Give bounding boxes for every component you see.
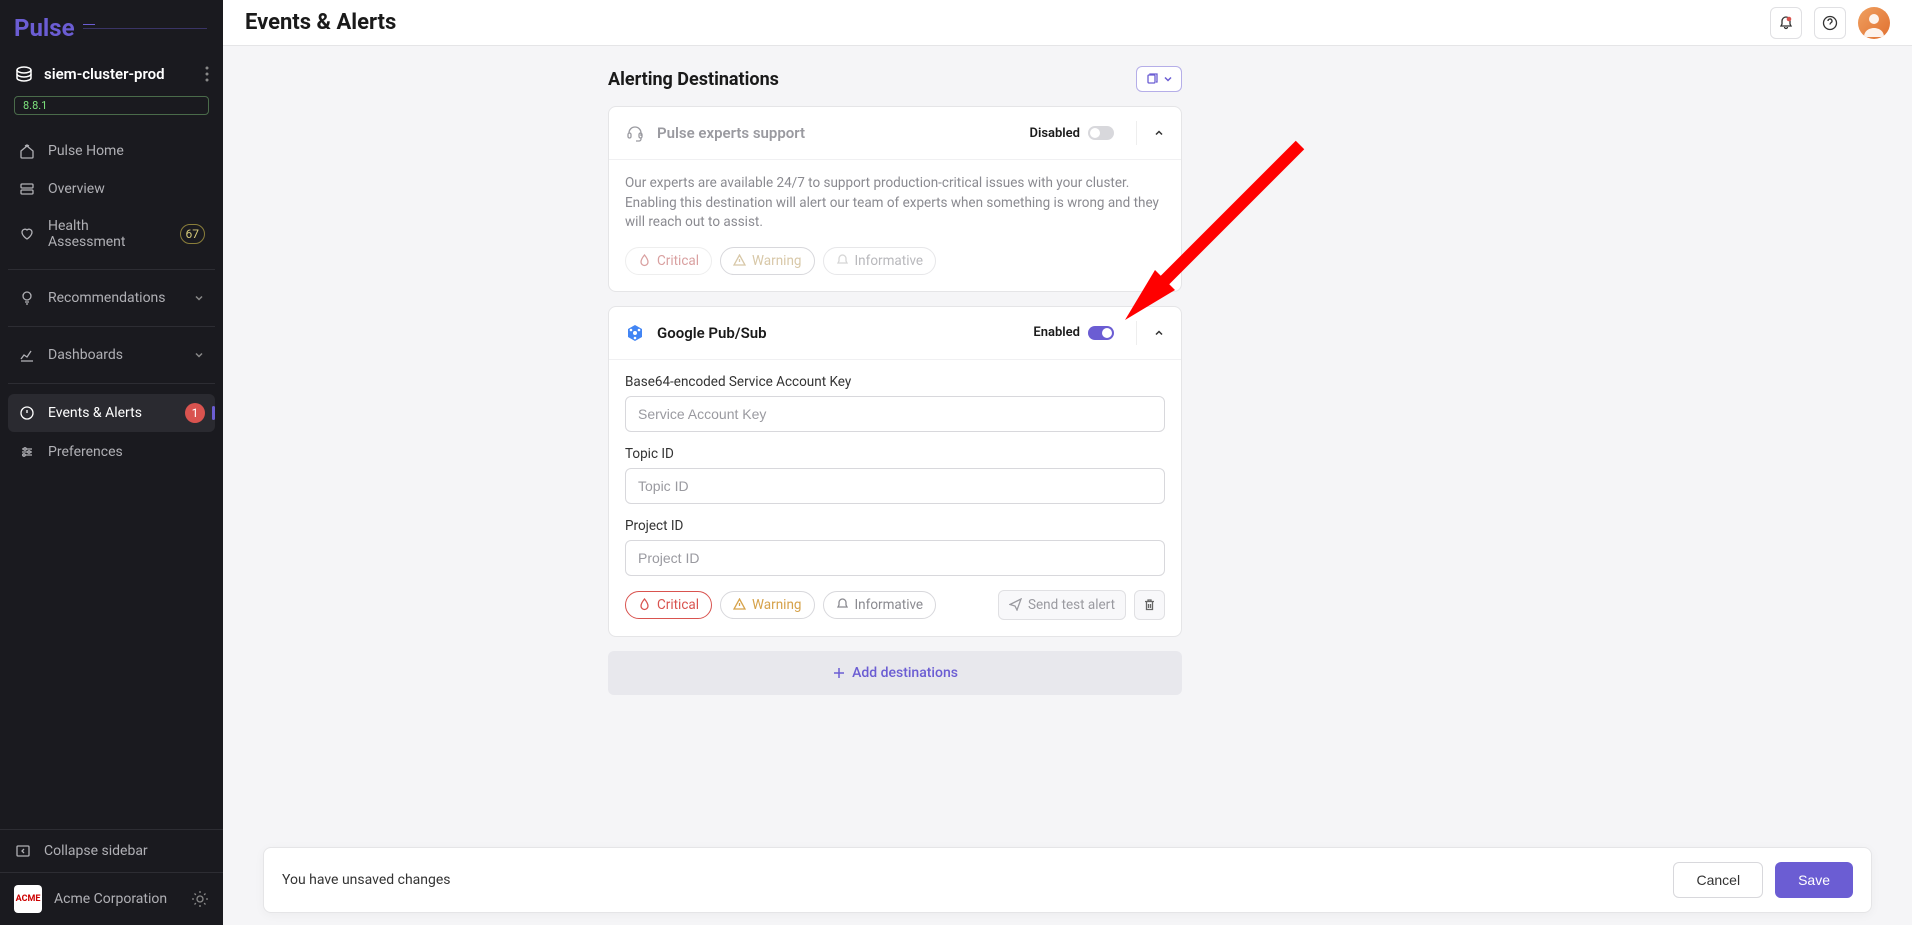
sidebar-item-label: Overview (48, 181, 205, 197)
logo-text: Pulse (14, 14, 75, 42)
health-badge: 67 (180, 224, 206, 244)
avatar[interactable] (1858, 7, 1890, 39)
cancel-button[interactable]: Cancel (1673, 862, 1763, 898)
field-label-topic: Topic ID (625, 446, 1165, 462)
topbar: Events & Alerts (223, 0, 1912, 46)
help-button[interactable] (1814, 7, 1846, 39)
field-label-sak: Base64-encoded Service Account Key (625, 374, 1165, 390)
card-desc-line1: Our experts are available 24/7 to suppor… (625, 174, 1165, 194)
version-badge: 8.8.1 (14, 96, 209, 115)
toggle-switch[interactable] (1088, 326, 1114, 340)
severity-warning-pill[interactable]: Warning (720, 247, 814, 275)
org-row: ACME Acme Corporation (0, 872, 223, 925)
toggle-label: Disabled (1029, 126, 1080, 141)
alert-icon (18, 404, 36, 422)
chevron-down-icon (193, 349, 205, 361)
logo-wave-icon (83, 28, 207, 29)
sidebar-item-dashboards[interactable]: Dashboards (8, 337, 215, 373)
save-button[interactable]: Save (1775, 862, 1853, 898)
sidebar-item-recommendations[interactable]: Recommendations (8, 280, 215, 316)
headset-icon (625, 123, 645, 143)
bulb-icon (18, 289, 36, 307)
expand-button[interactable] (1136, 321, 1165, 345)
toggle-label: Enabled (1033, 325, 1080, 340)
cluster-selector[interactable]: siem-cluster-prod (0, 56, 223, 92)
cluster-name: siem-cluster-prod (44, 65, 195, 83)
severity-informative-pill[interactable]: Informative (823, 591, 937, 619)
project-id-input[interactable] (625, 540, 1165, 576)
overview-icon (18, 180, 36, 198)
org-logo: ACME (14, 885, 42, 913)
sidebar-item-overview[interactable]: Overview (8, 171, 215, 207)
topic-id-input[interactable] (625, 468, 1165, 504)
page-title: Events & Alerts (245, 10, 1758, 35)
sidebar-item-health[interactable]: Health Assessment 67 (8, 209, 215, 259)
card-title: Pulse experts support (657, 124, 1017, 142)
unsaved-text: You have unsaved changes (282, 872, 1661, 888)
sidebar-item-pulse-home[interactable]: Pulse Home (8, 133, 215, 169)
unsaved-changes-bar: You have unsaved changes Cancel Save (263, 847, 1872, 913)
sidebar-item-label: Pulse Home (48, 143, 205, 159)
sidebar-item-preferences[interactable]: Preferences (8, 434, 215, 470)
sliders-icon (18, 443, 36, 461)
toggle-switch[interactable] (1088, 126, 1114, 140)
chevron-down-icon (193, 292, 205, 304)
home-icon (18, 142, 36, 160)
service-account-key-input[interactable] (625, 396, 1165, 432)
pubsub-icon (625, 323, 645, 343)
add-destinations-button[interactable]: Add destinations (608, 651, 1182, 695)
alerts-badge: 1 (185, 403, 205, 423)
notifications-button[interactable] (1770, 7, 1802, 39)
cluster-menu-icon[interactable] (205, 66, 209, 82)
cluster-icon (14, 64, 34, 84)
sidebar-item-label: Dashboards (48, 347, 181, 363)
destination-card-pubsub: Google Pub/Sub Enabled Base64-encoded Se… (608, 306, 1182, 637)
nav: Pulse Home Overview Health Assessment 67… (0, 127, 223, 478)
collapse-icon (14, 842, 32, 860)
card-title: Google Pub/Sub (657, 324, 1021, 342)
delete-destination-button[interactable] (1134, 590, 1165, 620)
severity-warning-pill[interactable]: Warning (720, 591, 814, 619)
destination-card-support: Pulse experts support Disabled Our exper… (608, 106, 1182, 292)
sidebar-item-label: Preferences (48, 444, 205, 460)
card-desc-line2: Enabling this destination will alert our… (625, 194, 1165, 233)
logo[interactable]: Pulse (0, 0, 223, 56)
expand-button[interactable] (1136, 121, 1165, 145)
severity-critical-pill[interactable]: Critical (625, 247, 712, 275)
severity-critical-pill[interactable]: Critical (625, 591, 712, 619)
sidebar-item-label: Recommendations (48, 290, 181, 306)
sidebar-item-label: Events & Alerts (48, 405, 173, 421)
sidebar: Pulse siem-cluster-prod 8.8.1 Pulse Home… (0, 0, 223, 925)
org-name: Acme Corporation (54, 891, 179, 907)
chart-icon (18, 346, 36, 364)
sidebar-item-events-alerts[interactable]: Events & Alerts 1 (8, 394, 215, 432)
field-label-project: Project ID (625, 518, 1165, 534)
main-content: Alerting Destinations Pulse experts supp… (223, 46, 1912, 925)
collapse-label: Collapse sidebar (44, 843, 148, 859)
section-title: Alerting Destinations (608, 69, 1136, 90)
send-test-alert-button[interactable]: Send test alert (998, 590, 1126, 620)
sidebar-item-label: Health Assessment (48, 218, 168, 250)
heart-icon (18, 225, 36, 243)
collapse-sidebar-button[interactable]: Collapse sidebar (0, 830, 223, 872)
severity-informative-pill[interactable]: Informative (823, 247, 937, 275)
gear-icon[interactable] (191, 890, 209, 908)
copy-dropdown-button[interactable] (1136, 66, 1182, 92)
